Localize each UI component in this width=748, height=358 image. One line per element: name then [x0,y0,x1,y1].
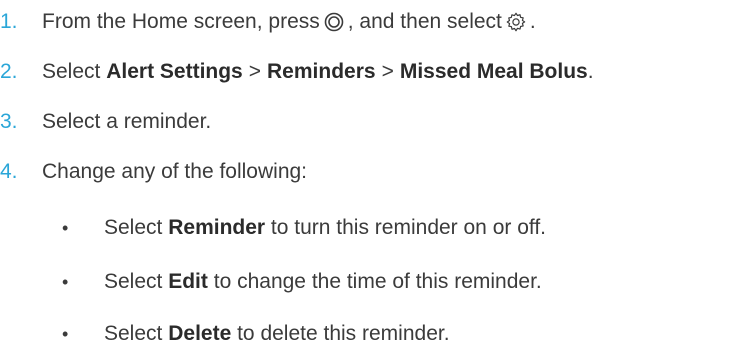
bullet-rest: to turn this reminder on or off. [270,216,547,239]
step-number: 3. [0,110,18,133]
menu-path-reminders: Reminders [267,60,376,83]
step-2-suffix: . [587,60,594,83]
step-text: Select a reminder. [42,110,212,133]
step-number: 4. [0,160,18,183]
instruction-list: 1. From the Home screen, press , and the… [0,0,748,358]
step-1: 1. From the Home screen, press , and the… [0,2,536,42]
bullet-term: Edit [168,270,208,293]
path-separator: > [381,60,394,83]
step-1-text-b: , and then select [347,10,502,33]
bullet-prefix: Select [104,270,163,293]
step-1-text-a: From the Home screen, press [42,10,320,33]
bullet-marker: • [62,217,69,238]
bullet-term: Reminder [168,216,266,239]
bullet-prefix: Select [104,216,163,239]
bullet-item-edit: • Select Edit to change the time of this… [62,262,542,302]
bullet-item-reminder: • Select Reminder to turn this reminder … [62,208,546,248]
bullet-marker: • [62,323,69,344]
step-text: Change any of the following: [42,160,308,183]
path-separator: > [248,60,262,83]
step-2-prefix: Select [42,60,101,83]
step-text: Select Alert Settings > Reminders > Missed M… [42,60,594,84]
step-1-text-c: . [529,10,536,33]
step-2: 2. Select Alert Settings > Reminders > Misse… [0,52,594,92]
bullet-term: Delete [168,322,232,345]
bullet-rest: to delete this reminder. [237,322,450,345]
step-number: 1. [0,10,18,33]
step-number: 2. [0,60,18,83]
bullet-prefix: Select [104,322,163,345]
step-3: 3. Select a reminder. [0,102,211,142]
menu-path-alert-settings: Alert Settings [106,60,243,83]
bullet-item-delete: • Select Delete to delete this reminder. [62,314,450,354]
step-4: 4. Change any of the following: [0,152,307,192]
settings-gear-icon [505,11,527,33]
bullet-marker: • [62,271,69,292]
select-button-icon [323,11,345,33]
step-text: From the Home screen, press , and then s… [42,10,536,34]
menu-path-missed-meal-bolus: Missed Meal Bolus [399,60,588,83]
bullet-rest: to change the time of this reminder. [213,270,542,293]
